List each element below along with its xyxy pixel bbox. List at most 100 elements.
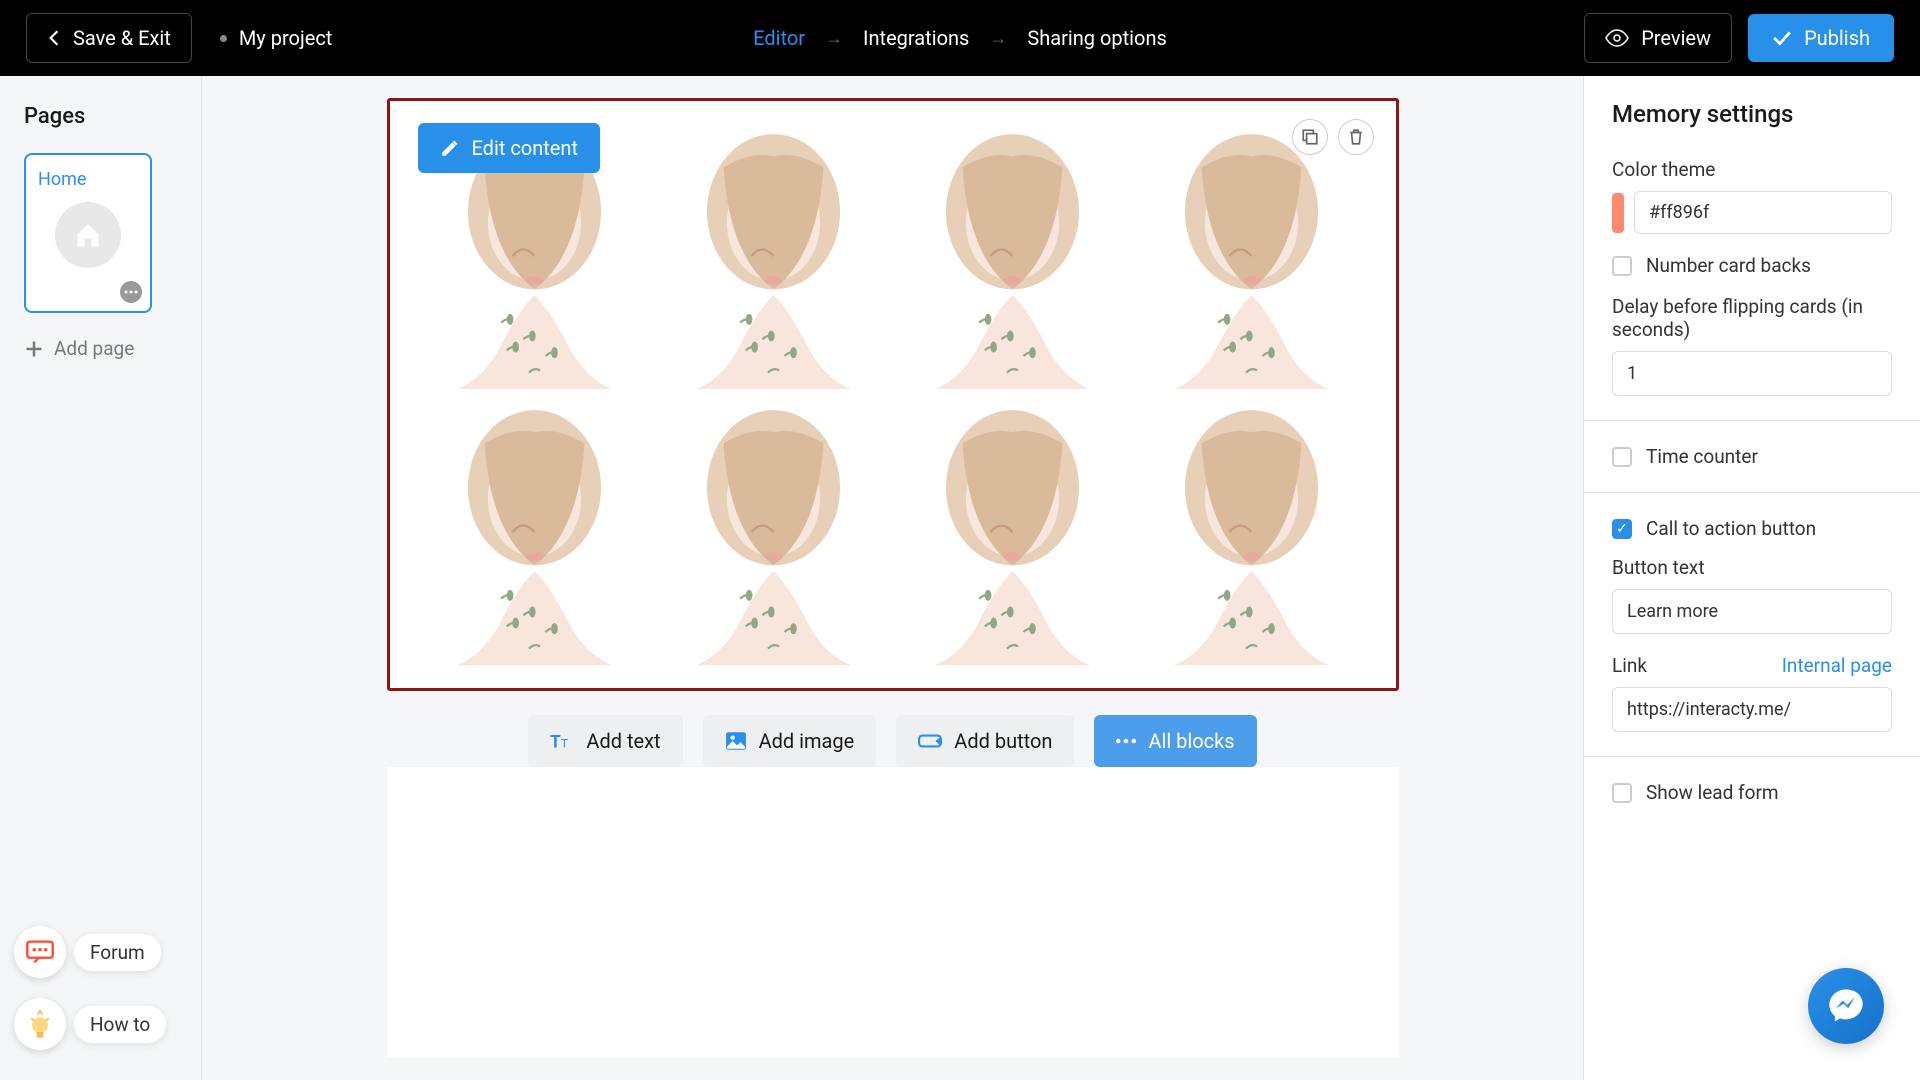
lead-form-checkbox[interactable] [1612, 783, 1632, 803]
svg-text:T: T [550, 732, 561, 750]
edit-content-label: Edit content [472, 136, 578, 160]
project-name-label: My project [239, 26, 333, 50]
pages-title: Pages [24, 104, 177, 129]
memory-card[interactable] [1137, 123, 1366, 389]
delete-button[interactable] [1338, 119, 1374, 155]
cta-checkbox[interactable] [1612, 519, 1632, 539]
messenger-button[interactable] [1808, 968, 1884, 1044]
chevron-left-icon [47, 29, 61, 47]
plus-icon [24, 339, 44, 359]
memory-block[interactable]: Edit content [387, 98, 1399, 691]
color-theme-group: Color theme [1612, 158, 1892, 234]
float-helpers: Forum How to [14, 926, 166, 1050]
page-thumbnail-label: Home [38, 169, 138, 190]
divider [1584, 756, 1920, 757]
sidebar-pages: Pages Home Add page Forum [0, 76, 202, 1080]
button-text-label: Button text [1612, 556, 1892, 579]
add-page-button[interactable]: Add page [24, 337, 134, 360]
project-name: My project [220, 26, 333, 50]
text-icon: TT [550, 731, 574, 751]
button-text-group: Button text [1612, 556, 1892, 634]
canvas-footer [387, 767, 1399, 1058]
chat-icon [14, 926, 66, 978]
add-toolbar: TT Add text Add image Add button All blo… [528, 715, 1256, 767]
svg-text:T: T [561, 736, 568, 750]
save-exit-label: Save & Exit [73, 26, 171, 50]
memory-card[interactable] [898, 399, 1127, 665]
time-counter-checkbox[interactable] [1612, 447, 1632, 467]
add-text-button[interactable]: TT Add text [528, 715, 682, 767]
header-nav: Editor → Integrations → Sharing options [753, 26, 1167, 50]
button-text-input[interactable] [1612, 589, 1892, 634]
home-icon [55, 202, 121, 268]
header-left: Save & Exit My project [26, 13, 332, 63]
divider [1584, 420, 1920, 421]
card-illustration [898, 123, 1127, 389]
add-button-button[interactable]: Add button [896, 715, 1074, 767]
preview-label: Preview [1641, 26, 1711, 50]
forum-label: Forum [74, 934, 161, 971]
page-thumbnail[interactable]: Home [24, 153, 152, 313]
memory-card[interactable] [1137, 399, 1366, 665]
nav-editor[interactable]: Editor [753, 26, 805, 50]
card-illustration [420, 399, 649, 665]
time-counter-label: Time counter [1646, 445, 1758, 468]
link-label: Link [1612, 654, 1647, 677]
page-options-button[interactable] [120, 281, 142, 303]
add-text-label: Add text [586, 729, 660, 753]
messenger-icon [1826, 986, 1866, 1026]
color-theme-label: Color theme [1612, 158, 1892, 181]
card-illustration [898, 399, 1127, 665]
header-right: Preview Publish [1584, 13, 1894, 63]
all-blocks-label: All blocks [1148, 729, 1234, 753]
lead-form-row: Show lead form [1612, 781, 1892, 804]
link-group: Link Internal page [1612, 654, 1892, 732]
trash-icon [1348, 128, 1364, 146]
memory-card[interactable] [659, 123, 888, 389]
color-swatch[interactable] [1612, 193, 1624, 233]
cards-grid [420, 123, 1366, 666]
internal-page-link[interactable]: Internal page [1782, 654, 1892, 677]
forum-helper[interactable]: Forum [14, 926, 166, 978]
memory-card[interactable] [659, 399, 888, 665]
number-card-backs-checkbox[interactable] [1612, 256, 1632, 276]
canvas-area: Edit content [202, 76, 1583, 1080]
publish-button[interactable]: Publish [1748, 14, 1894, 62]
duplicate-button[interactable] [1292, 119, 1328, 155]
lead-form-label: Show lead form [1646, 781, 1779, 804]
arrow-right-icon: → [989, 28, 1007, 49]
card-illustration [1137, 399, 1366, 665]
howto-helper[interactable]: How to [14, 998, 166, 1050]
delay-input[interactable] [1612, 351, 1892, 396]
arrow-right-icon: → [825, 28, 843, 49]
card-illustration [659, 399, 888, 665]
time-counter-row: Time counter [1612, 445, 1892, 468]
card-illustration [659, 123, 888, 389]
add-button-label: Add button [954, 729, 1052, 753]
add-image-button[interactable]: Add image [703, 715, 877, 767]
image-icon [725, 731, 747, 751]
add-image-label: Add image [759, 729, 855, 753]
nav-sharing[interactable]: Sharing options [1027, 26, 1166, 50]
save-exit-button[interactable]: Save & Exit [26, 13, 192, 63]
nav-integrations[interactable]: Integrations [863, 26, 969, 50]
checkmark-icon [1772, 29, 1792, 47]
color-input[interactable] [1634, 191, 1892, 234]
delay-group: Delay before flipping cards (in seconds) [1612, 295, 1892, 396]
button-icon [918, 732, 942, 750]
preview-button[interactable]: Preview [1584, 13, 1732, 63]
divider [1584, 492, 1920, 493]
cta-row: Call to action button [1612, 517, 1892, 540]
add-page-label: Add page [54, 337, 134, 360]
memory-card[interactable] [420, 399, 649, 665]
link-input[interactable] [1612, 687, 1892, 732]
all-blocks-button[interactable]: All blocks [1094, 715, 1256, 767]
publish-label: Publish [1804, 26, 1870, 50]
edit-content-button[interactable]: Edit content [418, 123, 600, 173]
number-card-backs-row: Number card backs [1612, 254, 1892, 277]
dots-icon [1116, 738, 1136, 744]
copy-icon [1301, 128, 1319, 146]
block-actions [1292, 119, 1374, 155]
cta-label: Call to action button [1646, 517, 1816, 540]
memory-card[interactable] [898, 123, 1127, 389]
